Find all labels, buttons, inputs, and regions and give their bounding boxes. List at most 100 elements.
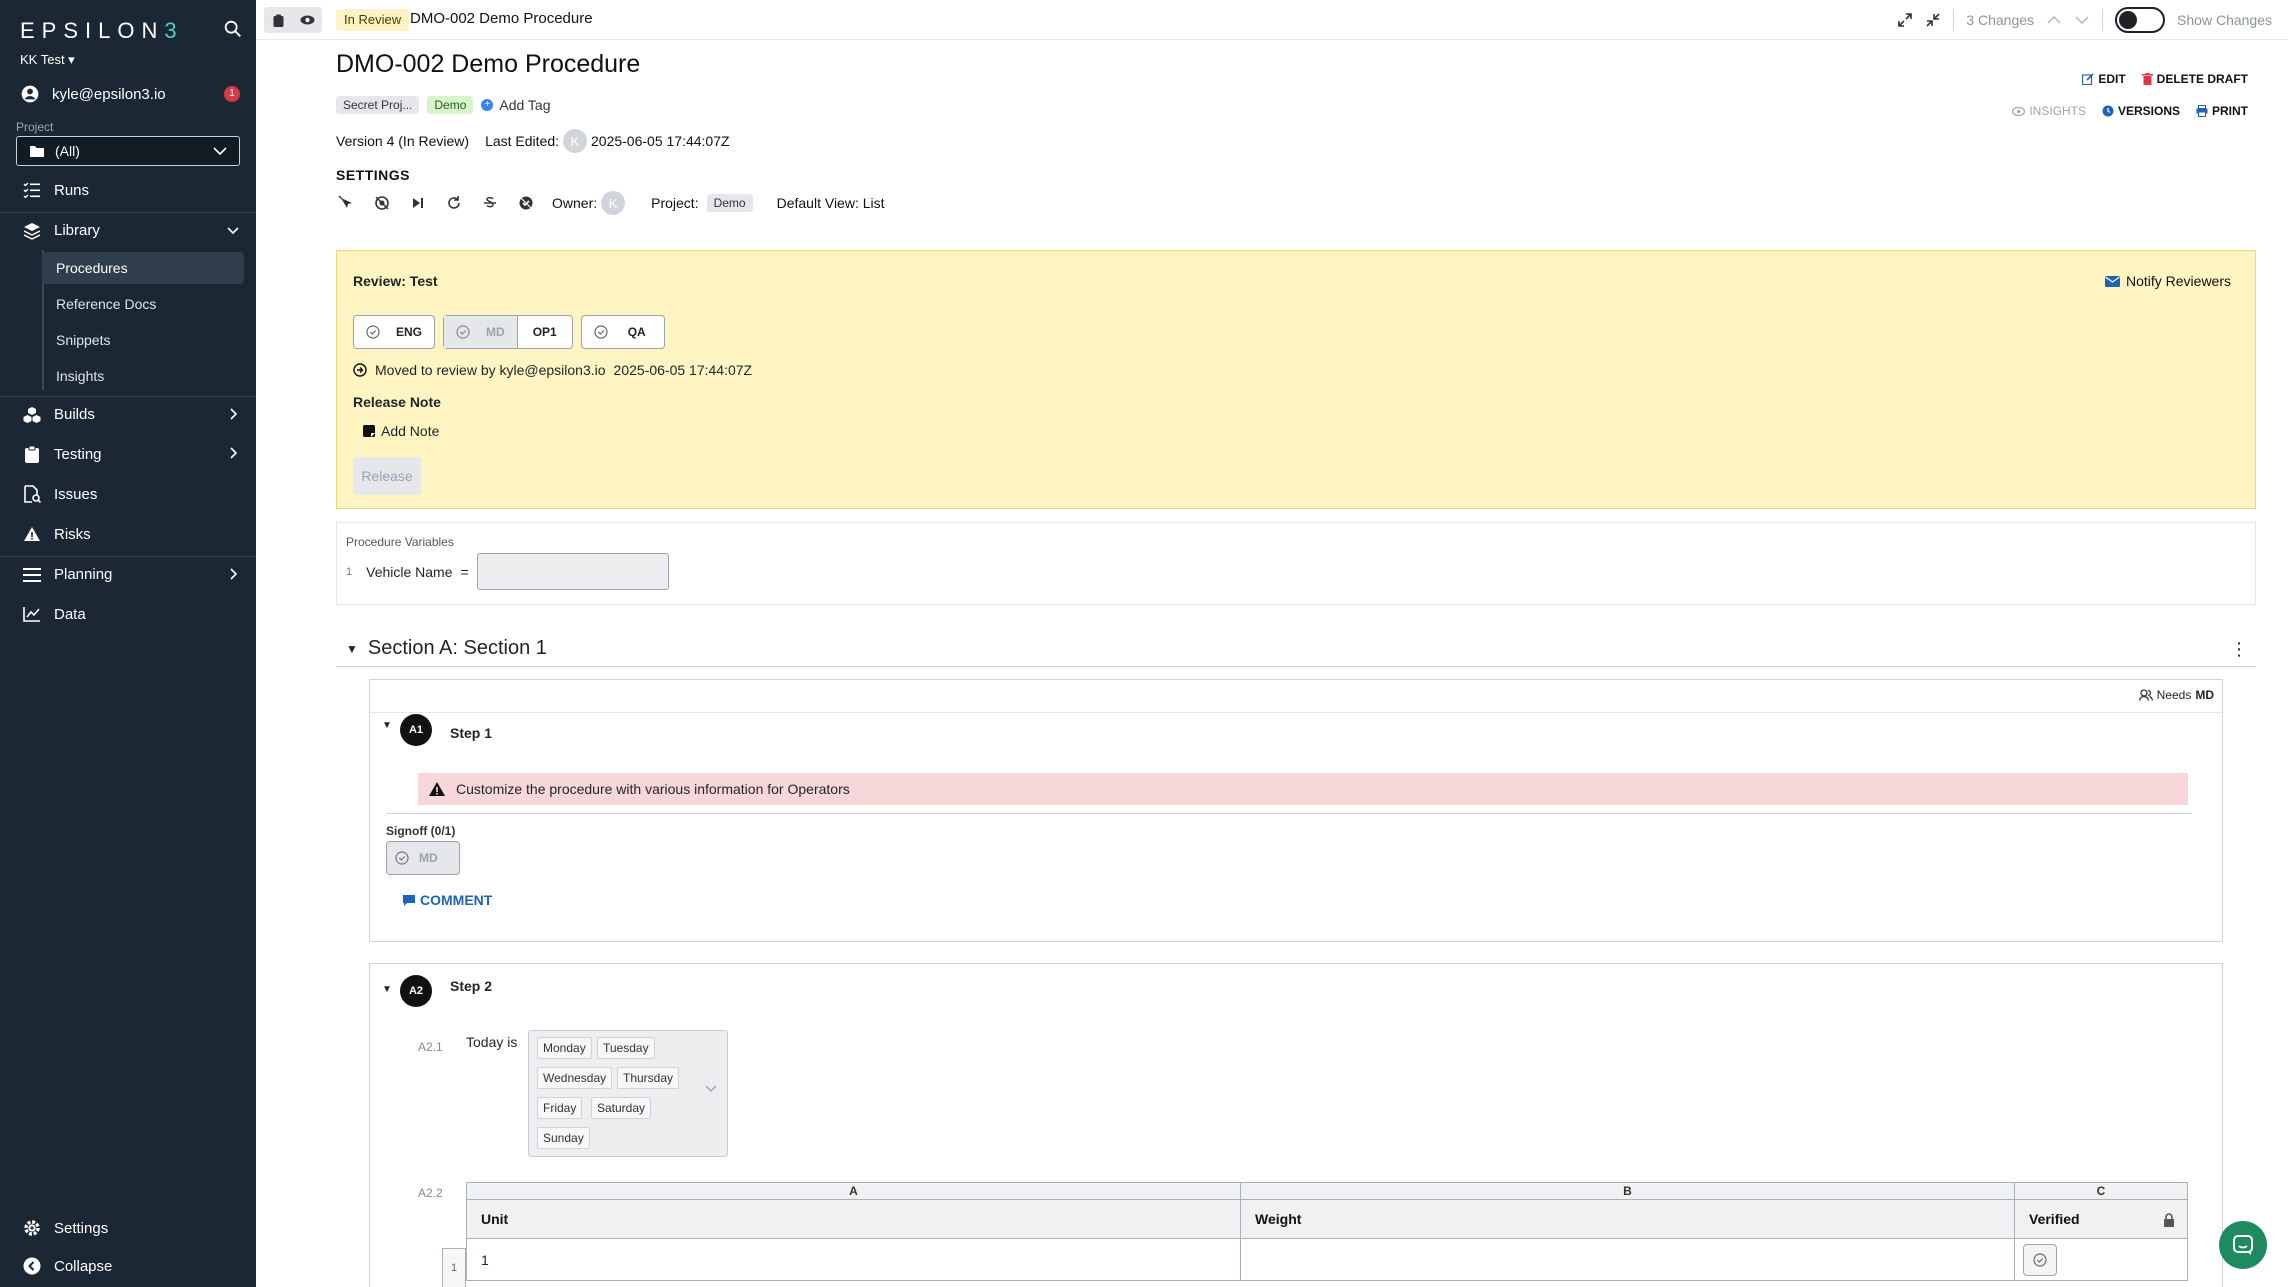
- reviewer-md-op1-group: MD OP1: [443, 315, 573, 349]
- column-letter: A: [467, 1183, 1241, 1199]
- tag-secret-project[interactable]: Secret Proj...: [336, 96, 420, 114]
- user-menu[interactable]: kyle@epsilon3.io 1: [20, 82, 240, 106]
- day-option[interactable]: Tuesday: [597, 1037, 655, 1059]
- chevron-left-circle-icon: [22, 1256, 42, 1276]
- project-select[interactable]: (All): [16, 136, 240, 166]
- day-option[interactable]: Wednesday: [537, 1067, 613, 1089]
- chat-support-button[interactable]: [2219, 1221, 2267, 1269]
- nav-testing[interactable]: Testing: [0, 436, 256, 472]
- changes-count: 3 Changes: [1966, 12, 2035, 28]
- release-button[interactable]: Release: [353, 457, 421, 495]
- preview-mode-button[interactable]: [293, 7, 322, 33]
- comment-label: COMMENT: [420, 892, 493, 908]
- nav-data[interactable]: Data: [0, 596, 256, 632]
- reviewer-qa-button[interactable]: QA: [580, 315, 665, 349]
- sidebar-item-procedures[interactable]: Procedures: [42, 252, 244, 284]
- skip-step-icon[interactable]: [408, 193, 428, 213]
- auto-advance-icon[interactable]: [336, 193, 356, 213]
- clipboard-icon: [273, 14, 284, 27]
- sidebar: EPSILON3 KK Test ▾ kyle@epsilon3.io 1 Pr…: [0, 0, 256, 1287]
- procedure-actions: EDIT DELETE DRAFT INSIGHTS VERSIONS PRIN…: [1948, 68, 2248, 122]
- version-label: Version 4 (In Review): [336, 133, 470, 149]
- caret-down-icon[interactable]: ▼: [382, 984, 392, 995]
- trash-icon: [2141, 73, 2153, 85]
- project-tag[interactable]: Demo: [706, 194, 753, 212]
- nav-collapse-label: Collapse: [54, 1257, 113, 1275]
- vehicle-name-input[interactable]: [476, 553, 669, 590]
- chevron-down-icon[interactable]: [2074, 14, 2090, 26]
- check-circle-icon: [366, 325, 380, 339]
- column-header-unit: Unit: [467, 1200, 1241, 1238]
- day-option[interactable]: Sunday: [537, 1127, 590, 1149]
- insights-button[interactable]: INSIGHTS: [2012, 104, 2086, 118]
- notification-badge[interactable]: 1: [224, 86, 240, 102]
- reviewer-md-button[interactable]: MD: [444, 316, 517, 348]
- search-icon[interactable]: [222, 18, 244, 40]
- nav-settings[interactable]: Settings: [0, 1210, 256, 1246]
- app-logo[interactable]: EPSILON3: [20, 18, 184, 44]
- reviewer-eng-button[interactable]: ENG: [353, 315, 436, 349]
- verify-checkbox[interactable]: [2023, 1243, 2057, 1276]
- sidebar-item-snippets[interactable]: Snippets: [42, 324, 244, 356]
- chevron-up-icon[interactable]: [2046, 14, 2062, 26]
- section-title: Section A: Section 1: [367, 637, 547, 659]
- version-info: Version 4 (In Review) Last Edited: K 202…: [336, 129, 730, 153]
- add-note-button[interactable]: Add Note: [363, 423, 439, 439]
- arrow-circle-right-icon: [353, 363, 367, 377]
- step-card-a1: Needs MD ▼ A1 Step 1 Customize the proce…: [369, 679, 2223, 942]
- caret-down-icon[interactable]: ▼: [346, 642, 358, 656]
- nav-risks[interactable]: Risks: [0, 516, 256, 552]
- org-switcher[interactable]: KK Test ▾: [20, 52, 75, 68]
- nav-issues[interactable]: Issues: [0, 476, 256, 512]
- clipboard-mode-button[interactable]: [264, 7, 293, 33]
- nav-library[interactable]: Library: [0, 212, 256, 248]
- topbar-title: DMO-002 Demo Procedure: [410, 10, 593, 27]
- strikethrough-icon[interactable]: [480, 193, 500, 213]
- comment-button[interactable]: COMMENT: [402, 892, 492, 908]
- expand-icon[interactable]: [1897, 12, 1913, 28]
- owner-avatar[interactable]: K: [601, 191, 626, 215]
- day-multiselect[interactable]: Monday Tuesday Wednesday Thursday Friday…: [528, 1030, 728, 1157]
- day-option[interactable]: Thursday: [617, 1067, 680, 1089]
- needs-signoff: Needs MD: [2138, 688, 2214, 702]
- more-options-icon[interactable]: ⋮: [2230, 639, 2248, 660]
- signoff-md-button[interactable]: MD: [386, 841, 460, 875]
- nav-collapse[interactable]: Collapse: [0, 1248, 256, 1284]
- nav-runs[interactable]: Runs: [0, 172, 256, 208]
- versions-button[interactable]: VERSIONS: [2102, 104, 2180, 118]
- chevron-down-icon[interactable]: [705, 1085, 717, 1093]
- section-header[interactable]: ▼ Section A: Section 1 ⋮: [336, 631, 2256, 667]
- print-button[interactable]: PRINT: [2196, 104, 2248, 118]
- caret-down-icon[interactable]: ▼: [382, 720, 392, 731]
- repeat-icon[interactable]: [444, 193, 464, 213]
- edit-button[interactable]: EDIT: [2082, 72, 2126, 86]
- reviewer-eng-label: ENG: [396, 325, 423, 339]
- settings-toolbar: Owner: K Project: Demo Default View: Lis…: [336, 191, 885, 215]
- sidebar-item-reference-docs[interactable]: Reference Docs: [42, 288, 244, 320]
- tag-demo[interactable]: Demo: [427, 96, 474, 114]
- signoff-off-icon[interactable]: [516, 193, 536, 213]
- notify-reviewers-button[interactable]: Notify Reviewers: [2104, 273, 2231, 289]
- toolbar-divider: [2102, 9, 2104, 31]
- step-signoff-header: [370, 680, 2222, 713]
- reviewer-op1-button[interactable]: OP1: [516, 316, 572, 348]
- delete-draft-button[interactable]: DELETE DRAFT: [2141, 72, 2248, 86]
- nav-planning[interactable]: Planning: [0, 556, 256, 592]
- nav-builds[interactable]: Builds: [0, 396, 256, 432]
- add-tag-button[interactable]: + Add Tag: [481, 97, 551, 113]
- lock-settings-icon[interactable]: [372, 193, 392, 213]
- avatar: K: [563, 129, 587, 153]
- print-label: PRINT: [2212, 104, 2248, 118]
- sidebar-item-insights[interactable]: Insights: [42, 360, 244, 392]
- day-option[interactable]: Monday: [537, 1037, 592, 1059]
- compress-icon[interactable]: [1925, 12, 1941, 28]
- versions-label: VERSIONS: [2117, 104, 2180, 118]
- file-search-icon: [22, 484, 42, 504]
- cell-weight[interactable]: [1241, 1239, 2015, 1280]
- default-view[interactable]: Default View: List: [777, 195, 885, 211]
- day-option[interactable]: Saturday: [591, 1097, 652, 1119]
- review-panel: Review: Test Notify Reviewers ENG MD OP1…: [336, 250, 2256, 509]
- cell-unit[interactable]: 1: [467, 1239, 1241, 1280]
- show-changes-toggle[interactable]: [2115, 7, 2166, 33]
- day-option[interactable]: Friday: [537, 1097, 583, 1119]
